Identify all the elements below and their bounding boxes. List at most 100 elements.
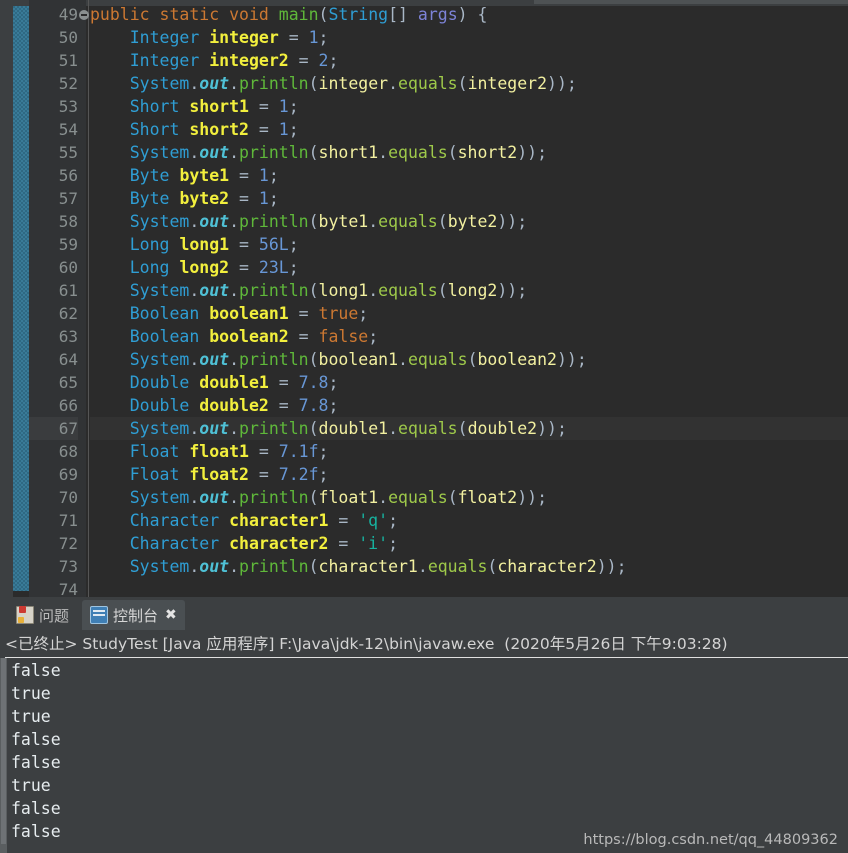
code-token: byte1: [318, 212, 369, 231]
code-line[interactable]: 74: [0, 578, 848, 597]
code-line[interactable]: 51 Integer integer2 = 2;: [0, 49, 848, 72]
code-token: 7.1f: [278, 442, 319, 461]
code-token: .: [368, 212, 379, 231]
code-line-text: Short short1 = 1;: [90, 95, 848, 118]
line-number: 63: [58, 327, 78, 346]
code-token: System: [129, 143, 190, 162]
code-line-text: Long long1 = 56L;: [90, 233, 848, 256]
code-line[interactable]: 59 Long long1 = 56L;: [0, 233, 848, 256]
console-output-line: true: [11, 707, 51, 726]
code-token: (: [318, 5, 329, 24]
code-token: .: [388, 74, 399, 93]
code-token: equals: [378, 212, 438, 231]
tab-problems[interactable]: 问题: [8, 600, 77, 630]
code-token: Character: [129, 511, 220, 530]
code-token: ;: [318, 465, 329, 484]
code-token: character1: [318, 557, 418, 576]
code-token: double2: [467, 419, 538, 438]
code-line[interactable]: 52 System.out.println(integer.equals(int…: [0, 72, 848, 95]
code-line-text: System.out.println(float1.equals(float2)…: [90, 486, 848, 509]
code-line[interactable]: 68 Float float1 = 7.1f;: [0, 440, 848, 463]
code-token: =: [229, 189, 259, 208]
code-token: void: [229, 5, 269, 24]
code-line[interactable]: 54 Short short2 = 1;: [0, 118, 848, 141]
code-token: Long: [129, 258, 170, 277]
console-status-text: <已终止> StudyTest [Java 应用程序] F:\Java\jdk-…: [5, 635, 728, 653]
line-number: 51: [58, 51, 78, 70]
code-token: static: [159, 5, 220, 24]
code-line-text: Character character1 = 'q';: [90, 509, 848, 532]
code-token: integer2: [467, 74, 548, 93]
code-editor[interactable]: 49 public static void main(String[] args)…: [0, 0, 848, 597]
code-token: println: [239, 281, 309, 300]
code-token: float2: [189, 465, 249, 484]
code-token: .: [229, 350, 240, 369]
code-token: ;: [388, 511, 398, 530]
code-token: Double: [129, 396, 190, 415]
code-line-text: Double double2 = 7.8;: [90, 394, 848, 417]
code-line[interactable]: 49 public static void main(String[] args)…: [0, 3, 848, 26]
line-number: 66: [58, 396, 78, 415]
code-token: .: [229, 74, 240, 93]
code-line[interactable]: 72 Character character2 = 'i';: [0, 532, 848, 555]
code-line[interactable]: 62 Boolean boolean1 = true;: [0, 302, 848, 325]
code-line[interactable]: 53 Short short1 = 1;: [0, 95, 848, 118]
console-scrollbar[interactable]: [0, 658, 7, 853]
code-lines-container[interactable]: 49 public static void main(String[] args)…: [0, 3, 848, 597]
code-line[interactable]: 64 System.out.println(boolean1.equals(bo…: [0, 348, 848, 371]
fold-collapse-icon[interactable]: [79, 10, 89, 20]
line-number: 54: [58, 120, 78, 139]
code-line[interactable]: 69 Float float2 = 7.2f;: [0, 463, 848, 486]
code-line-text: System.out.println(double1.equals(double…: [90, 417, 848, 440]
code-token: public: [90, 5, 150, 24]
code-token: System: [129, 350, 190, 369]
code-line[interactable]: 55 System.out.println(short1.equals(shor…: [0, 141, 848, 164]
code-line[interactable]: 57 Byte byte2 = 1;: [0, 187, 848, 210]
code-token: Float: [129, 442, 180, 461]
code-line[interactable]: 50 Integer integer = 1;: [0, 26, 848, 49]
line-number: 72: [58, 534, 78, 553]
code-line[interactable]: 70 System.out.println(float1.equals(floa…: [0, 486, 848, 509]
console-output-line: true: [11, 776, 51, 795]
close-icon[interactable]: ✖: [165, 608, 177, 622]
code-line[interactable]: 65 Double double1 = 7.8;: [0, 371, 848, 394]
code-token: println: [239, 350, 309, 369]
code-line[interactable]: 73 System.out.println(character1.equals(…: [0, 555, 848, 578]
console-output-line: false: [11, 753, 61, 772]
code-token: integer: [318, 74, 389, 93]
code-token: ;: [328, 51, 339, 70]
code-token: (: [457, 74, 468, 93]
code-token: (: [308, 143, 319, 162]
code-token: ;: [368, 327, 379, 346]
code-line[interactable]: 58 System.out.println(byte1.equals(byte2…: [0, 210, 848, 233]
code-token: args: [417, 5, 458, 24]
code-token: ;: [318, 442, 329, 461]
code-token: .: [189, 350, 200, 369]
code-token: Short: [129, 97, 180, 116]
line-number: 57: [58, 189, 78, 208]
tab-console[interactable]: 控制台 ✖: [82, 600, 185, 630]
code-line[interactable]: 71 Character character1 = 'q';: [0, 509, 848, 532]
code-token: ;: [288, 258, 299, 277]
code-token: =: [268, 396, 299, 415]
line-number: 65: [58, 373, 78, 392]
console-output-area[interactable]: false true true false false true false false ht…: [0, 658, 848, 853]
code-line[interactable]: 60 Long long2 = 23L;: [0, 256, 848, 279]
code-token: 'q': [358, 511, 389, 530]
code-token: float1: [189, 442, 249, 461]
code-line[interactable]: 61 System.out.println(long1.equals(long2…: [0, 279, 848, 302]
code-token: Integer: [129, 51, 200, 70]
code-line[interactable]: 66 Double double2 = 7.8;: [0, 394, 848, 417]
code-line[interactable]: 63 Boolean boolean2 = false;: [0, 325, 848, 348]
code-line-text: public static void main(String[] args) {: [90, 3, 848, 26]
code-line[interactable]: 56 Byte byte1 = 1;: [0, 164, 848, 187]
code-line-text: System.out.println(long1.equals(long2));: [90, 279, 848, 302]
code-token: boolean1: [318, 350, 399, 369]
console-scrollbar-thumb[interactable]: [1, 658, 6, 844]
code-line[interactable]: 67 System.out.println(double1.equals(dou…: [0, 417, 848, 440]
code-token: =: [328, 511, 359, 530]
